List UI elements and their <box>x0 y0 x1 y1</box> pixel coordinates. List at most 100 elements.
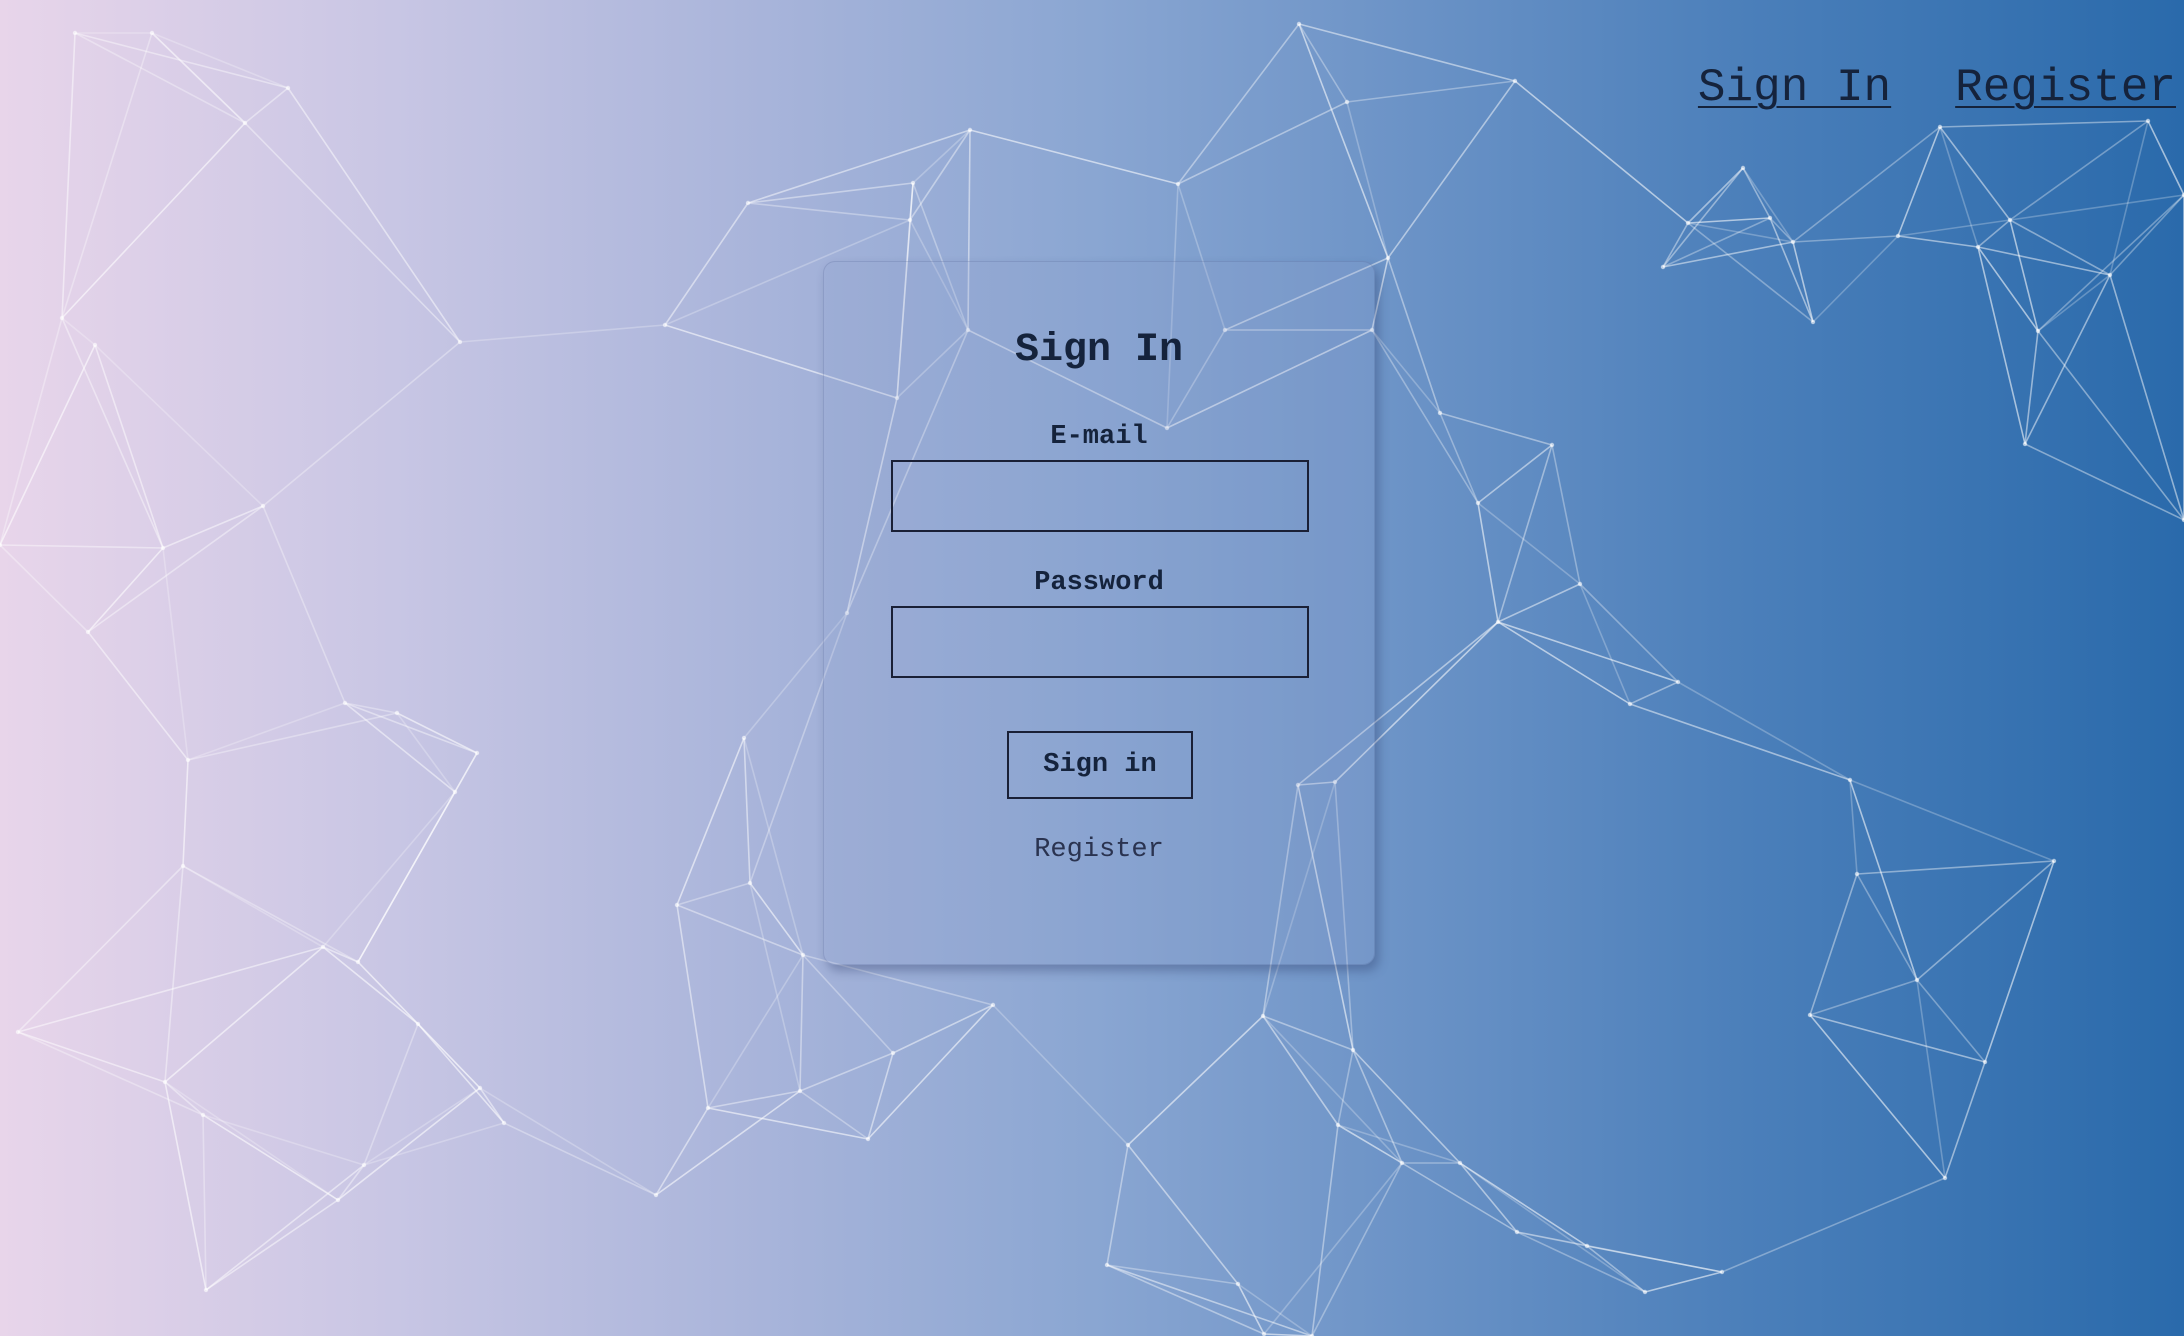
network-line <box>655 1090 801 1196</box>
network-line <box>337 1087 481 1201</box>
network-node <box>203 1287 209 1293</box>
network-line <box>0 544 164 549</box>
network-node <box>1437 410 1443 416</box>
network-node <box>1104 1262 1110 1268</box>
nav-register-link[interactable]: Register <box>1955 62 2176 114</box>
network-line <box>262 341 461 507</box>
network-line <box>1106 1264 1313 1336</box>
network-line <box>1298 23 1389 259</box>
network-node <box>907 217 913 223</box>
network-line <box>87 505 264 633</box>
network-node <box>1512 78 1518 84</box>
network-line <box>992 1004 1129 1146</box>
network-node <box>1790 239 1796 245</box>
network-line <box>1629 681 1679 705</box>
network-node <box>2022 441 2028 447</box>
network-line <box>1387 80 1516 259</box>
network-node <box>59 315 65 321</box>
network-line <box>74 32 246 124</box>
network-line <box>61 317 164 549</box>
network-line <box>0 544 89 633</box>
network-line <box>1812 235 1899 323</box>
network-line <box>1127 1144 1239 1285</box>
network-line <box>363 1122 505 1166</box>
network-line <box>1459 1162 1646 1293</box>
network-node <box>1767 215 1773 221</box>
network-line <box>676 882 751 906</box>
network-line <box>1311 1162 1403 1336</box>
network-node <box>355 959 361 965</box>
network-node <box>741 735 747 741</box>
network-line <box>1579 583 1679 683</box>
network-line <box>322 791 456 948</box>
network-line <box>1721 1177 1946 1273</box>
network-node <box>797 1088 803 1094</box>
network-node <box>662 322 668 328</box>
network-line <box>1514 80 1689 224</box>
network-node <box>1344 99 1350 105</box>
network-node <box>910 180 916 186</box>
network-line <box>1497 621 1679 683</box>
network-node <box>1942 1175 1948 1181</box>
network-node <box>1719 1269 1725 1275</box>
nav-sign-in-link[interactable]: Sign In <box>1698 62 1891 114</box>
network-line <box>1371 329 1479 504</box>
network-line <box>1644 1271 1723 1293</box>
network-node <box>457 339 463 345</box>
network-line <box>1177 23 1300 185</box>
network-line <box>743 737 804 956</box>
network-line <box>363 1087 481 1166</box>
network-node <box>1642 1289 1648 1295</box>
network-node <box>185 757 191 763</box>
network-line <box>202 1114 365 1166</box>
email-field[interactable] <box>891 460 1309 532</box>
register-link[interactable]: Register <box>824 835 1374 865</box>
network-line <box>205 1164 365 1291</box>
network-node <box>180 863 186 869</box>
sign-in-button[interactable]: Sign in <box>1007 731 1193 799</box>
network-line <box>1106 1264 1265 1335</box>
network-line <box>969 129 1179 185</box>
network-line <box>1127 1015 1264 1146</box>
network-node <box>2035 328 2041 334</box>
network-node <box>674 902 680 908</box>
network-line <box>1106 1144 1129 1266</box>
network-line <box>1387 257 1441 414</box>
network-node <box>1847 777 1853 783</box>
network-node <box>361 1162 367 1168</box>
network-line <box>479 1087 657 1196</box>
network-line <box>1262 1015 1403 1164</box>
network-line <box>2109 274 2184 521</box>
network-line <box>94 344 264 507</box>
network-line <box>205 1199 339 1291</box>
network-line <box>2009 219 2111 276</box>
network-line <box>1809 979 1918 1016</box>
network-line <box>909 129 971 221</box>
network-node <box>242 120 248 126</box>
network-node <box>72 30 78 36</box>
network-node <box>2051 858 2057 864</box>
network-line <box>162 547 189 761</box>
network-line <box>322 946 419 1025</box>
network-node <box>162 1079 168 1085</box>
password-label: Password <box>1034 568 1164 598</box>
network-node <box>1457 1160 1463 1166</box>
network-line <box>1939 120 2149 128</box>
network-line <box>1579 583 1631 705</box>
network-node <box>1937 124 1943 130</box>
network-line <box>164 1081 339 1201</box>
network-line <box>1346 101 1389 259</box>
password-field[interactable] <box>891 606 1309 678</box>
network-node <box>1260 1013 1266 1019</box>
network-line <box>1944 1061 1986 1179</box>
network-line <box>344 702 478 754</box>
network-line <box>151 32 246 124</box>
network-node <box>15 1029 21 1035</box>
network-line <box>1237 1283 1265 1335</box>
network-node <box>745 200 751 206</box>
network-line <box>164 946 324 1083</box>
network-line <box>892 1004 994 1054</box>
network-line <box>1809 873 1858 1016</box>
network-line <box>1497 444 1553 623</box>
network-line <box>187 712 398 761</box>
